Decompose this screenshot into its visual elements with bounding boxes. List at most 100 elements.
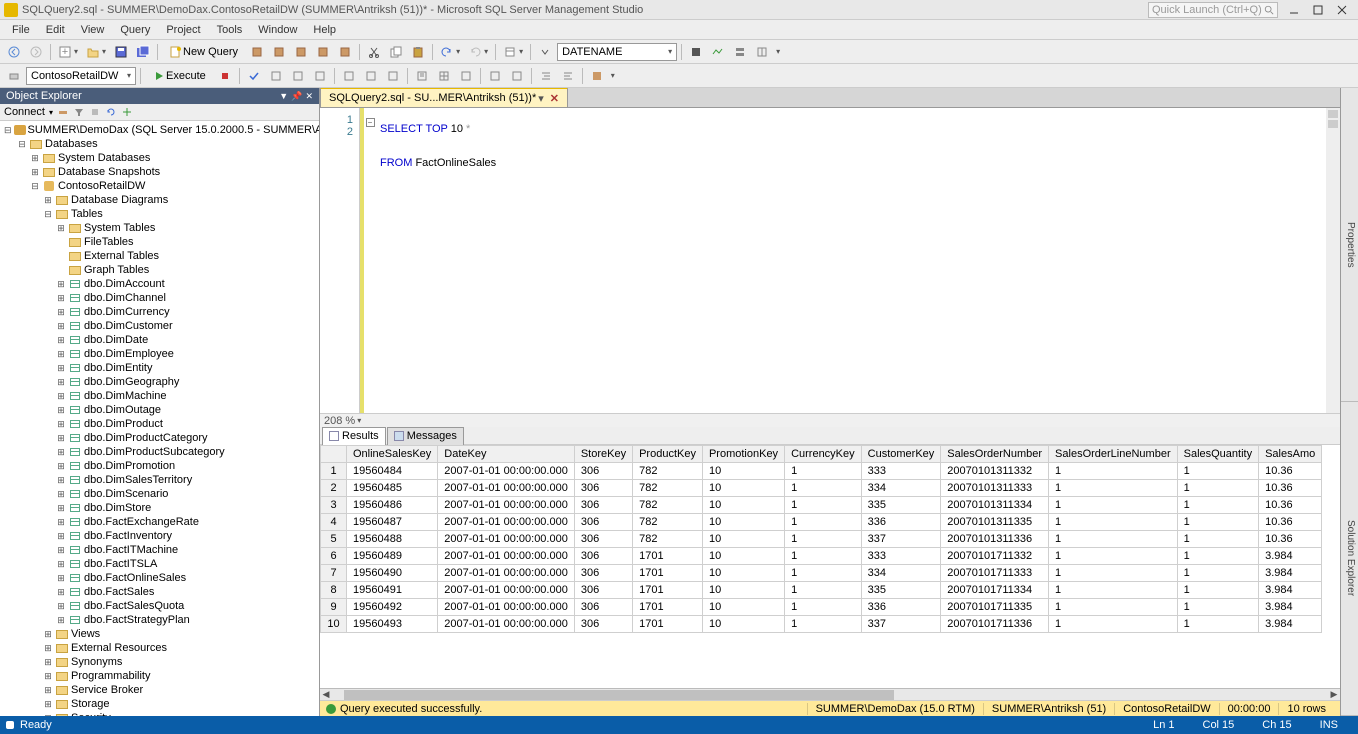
find-button[interactable] [535, 42, 555, 62]
tab-close-icon[interactable]: ✕ [550, 92, 559, 105]
cell[interactable]: 10 [702, 616, 784, 633]
results-file-button[interactable] [456, 66, 476, 86]
cell[interactable]: 19560486 [347, 497, 438, 514]
database-combo[interactable]: ContosoRetailDW▾ [26, 67, 136, 85]
tree-expander[interactable]: ⊞ [43, 671, 53, 682]
tree-expander[interactable]: ⊞ [56, 517, 66, 528]
menu-query[interactable]: Query [112, 22, 158, 38]
cell[interactable]: 1 [785, 480, 862, 497]
code-area[interactable]: SELECT TOP 10 * FROM FactOnlineSales [376, 108, 1326, 413]
tree-item[interactable]: ⊞dbo.FactStrategyPlan [0, 613, 319, 627]
cell[interactable]: 782 [633, 497, 703, 514]
tree-item[interactable]: ⊟Tables [0, 207, 319, 221]
menu-tools[interactable]: Tools [209, 22, 251, 38]
cell[interactable]: 2007-01-01 00:00:00.000 [438, 531, 575, 548]
column-header[interactable]: PromotionKey [702, 446, 784, 463]
cell[interactable]: 1701 [633, 582, 703, 599]
tree-expander[interactable]: ⊞ [56, 405, 66, 416]
tree-item[interactable]: ⊞dbo.FactOnlineSales [0, 571, 319, 585]
properties-side-tab[interactable]: Properties [1341, 88, 1358, 402]
cell[interactable]: 20070101711335 [941, 599, 1049, 616]
cell[interactable]: 20070101311336 [941, 531, 1049, 548]
tree-expander[interactable]: ⊟ [17, 139, 27, 150]
object-explorer-header[interactable]: Object Explorer ▼ 📌 ✕ [0, 88, 319, 104]
cell[interactable]: 1701 [633, 599, 703, 616]
row-number[interactable]: 2 [321, 480, 347, 497]
tree-item[interactable]: ⊞dbo.DimGeography [0, 375, 319, 389]
cell[interactable]: 20070101711334 [941, 582, 1049, 599]
sql-editor[interactable]: 12 − SELECT TOP 10 * FROM FactOnlineSale… [320, 108, 1340, 413]
cell[interactable]: 1 [1049, 497, 1178, 514]
forward-button[interactable] [26, 42, 46, 62]
tree-item[interactable]: ⊞dbo.DimCurrency [0, 305, 319, 319]
column-header[interactable]: CurrencyKey [785, 446, 862, 463]
save-button[interactable] [111, 42, 131, 62]
cell[interactable]: 10 [702, 548, 784, 565]
column-header[interactable]: SalesOrderNumber [941, 446, 1049, 463]
cell[interactable]: 10 [702, 463, 784, 480]
cell[interactable]: 2007-01-01 00:00:00.000 [438, 582, 575, 599]
cell[interactable]: 20070101711336 [941, 616, 1049, 633]
cell[interactable]: 2007-01-01 00:00:00.000 [438, 599, 575, 616]
cell[interactable]: 1 [1177, 599, 1258, 616]
tab-dropdown[interactable]: ▾ [538, 92, 544, 105]
cell[interactable]: 20070101311332 [941, 463, 1049, 480]
registered-servers-button[interactable] [730, 42, 750, 62]
menu-help[interactable]: Help [305, 22, 344, 38]
tree-expander[interactable]: ⊞ [56, 391, 66, 402]
cell[interactable]: 19560488 [347, 531, 438, 548]
stop-button[interactable] [215, 66, 235, 86]
tree-item[interactable]: ⊞Database Snapshots [0, 165, 319, 179]
live-stats-button[interactable] [361, 66, 381, 86]
cell[interactable]: 1 [785, 531, 862, 548]
cell[interactable]: 19560491 [347, 582, 438, 599]
chevron-down-icon[interactable]: ▼ [279, 91, 288, 101]
cell[interactable]: 1 [1177, 497, 1258, 514]
column-header[interactable]: StoreKey [574, 446, 632, 463]
intellisense-button[interactable] [310, 66, 330, 86]
tree-expander[interactable]: ⊞ [56, 615, 66, 626]
cell[interactable]: 19560487 [347, 514, 438, 531]
tree-expander[interactable]: ⊞ [56, 587, 66, 598]
tree-expander[interactable]: ⊞ [56, 503, 66, 514]
execute-button[interactable]: Execute [145, 66, 213, 86]
tree-item[interactable]: ⊞Database Diagrams [0, 193, 319, 207]
cell[interactable]: 19560490 [347, 565, 438, 582]
scrollbar-thumb[interactable] [344, 690, 894, 700]
column-header[interactable]: SalesQuantity [1177, 446, 1258, 463]
paste-button[interactable] [408, 42, 428, 62]
cell[interactable]: 782 [633, 480, 703, 497]
cell[interactable]: 2007-01-01 00:00:00.000 [438, 480, 575, 497]
cell[interactable]: 1 [1049, 531, 1178, 548]
cell[interactable]: 20070101711333 [941, 565, 1049, 582]
tree-item[interactable]: ⊞dbo.FactSalesQuota [0, 599, 319, 613]
cell[interactable]: 20070101311334 [941, 497, 1049, 514]
tree-expander[interactable]: ⊞ [56, 475, 66, 486]
cell[interactable]: 2007-01-01 00:00:00.000 [438, 463, 575, 480]
cell[interactable]: 10 [702, 531, 784, 548]
tree-expander[interactable]: ⊞ [56, 223, 66, 234]
cell[interactable]: 10 [702, 565, 784, 582]
tree-expander[interactable]: ⊞ [56, 447, 66, 458]
tree-item[interactable]: ⊞dbo.FactITSLA [0, 557, 319, 571]
tree-item[interactable]: ⊞dbo.DimEntity [0, 361, 319, 375]
cell[interactable]: 306 [574, 616, 632, 633]
cell[interactable]: 1 [1049, 548, 1178, 565]
row-header[interactable] [321, 446, 347, 463]
results-text-button[interactable] [412, 66, 432, 86]
tree-expander[interactable]: ⊞ [56, 461, 66, 472]
column-header[interactable]: SalesAmo [1259, 446, 1322, 463]
cell[interactable]: 334 [861, 565, 941, 582]
cell[interactable]: 19560489 [347, 548, 438, 565]
tree-expander[interactable]: ⊞ [43, 685, 53, 696]
cell[interactable]: 782 [633, 463, 703, 480]
tree-item[interactable]: ⊞dbo.FactExchangeRate [0, 515, 319, 529]
xquery-button[interactable] [335, 42, 355, 62]
toolbar-overflow[interactable]: ▾ [776, 47, 780, 56]
cell[interactable]: 334 [861, 480, 941, 497]
tree-expander[interactable]: ⊞ [43, 195, 53, 206]
results-tab[interactable]: Results [322, 427, 386, 445]
tree-item[interactable]: FileTables [0, 235, 319, 249]
cell[interactable]: 1 [1049, 582, 1178, 599]
tree-expander[interactable]: ⊞ [43, 643, 53, 654]
